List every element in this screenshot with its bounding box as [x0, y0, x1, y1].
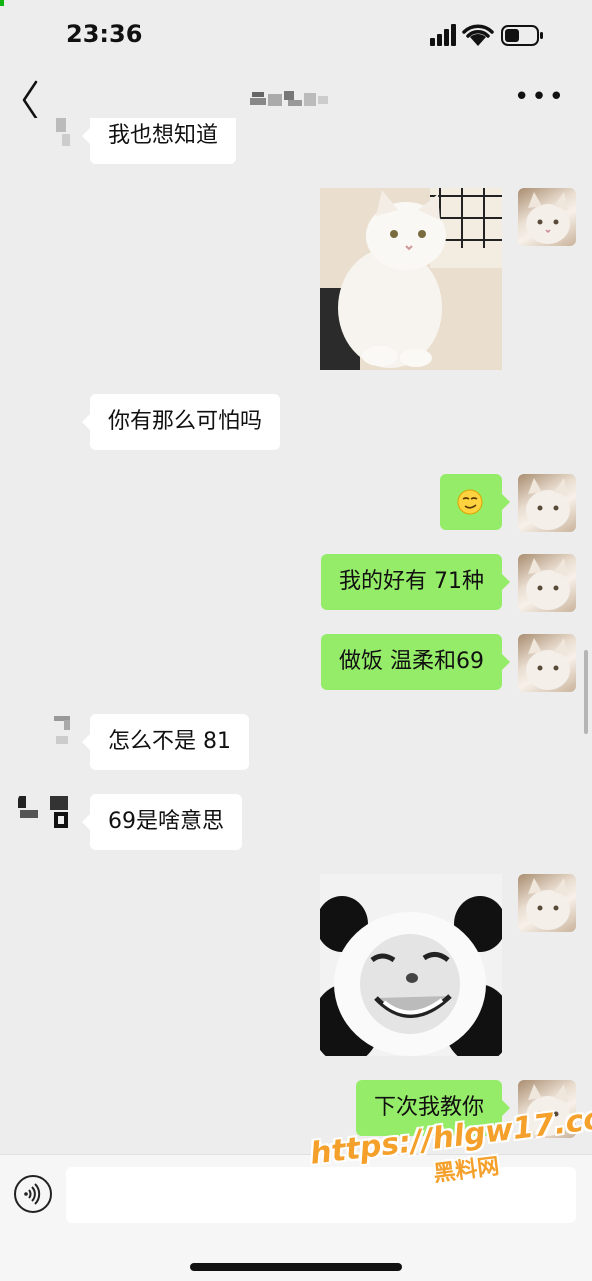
- white-cat-photo: [320, 188, 502, 370]
- contact-avatar[interactable]: [18, 794, 76, 852]
- contact-avatar[interactable]: [18, 394, 76, 452]
- back-button[interactable]: [20, 78, 60, 120]
- my-avatar[interactable]: [518, 188, 576, 246]
- message-bubble-sent[interactable]: 做饭 温柔和69: [321, 634, 510, 690]
- emoji-message[interactable]: [440, 474, 510, 530]
- contact-avatar-image: [56, 118, 70, 146]
- message-bubble-received[interactable]: 69是啥意思: [82, 794, 242, 850]
- my-avatar[interactable]: [518, 554, 576, 612]
- message-list[interactable]: 我也想知道 你有那么可怕吗 我的好有 71种 做饭 温柔和69 怎么不是 81 …: [0, 118, 592, 1154]
- message-bubble-received[interactable]: 怎么不是 81: [82, 714, 249, 770]
- cat-avatar-image: [526, 478, 570, 530]
- chat-header: •••: [0, 70, 592, 125]
- message-bubble-received[interactable]: 我也想知道: [81, 118, 237, 164]
- cat-photo-message[interactable]: [320, 188, 502, 370]
- contact-avatar[interactable]: [18, 714, 76, 772]
- signal-wifi-battery-icon: [430, 24, 543, 46]
- chevron-left-icon: [22, 80, 38, 120]
- voice-input-button[interactable]: [14, 1175, 52, 1213]
- contact-avatar-image: [18, 796, 68, 828]
- more-options-button[interactable]: •••: [514, 82, 566, 112]
- status-time: 23:36: [66, 20, 143, 48]
- my-avatar[interactable]: [518, 634, 576, 692]
- cat-avatar-image: [526, 638, 570, 690]
- status-icons: [430, 22, 548, 50]
- cat-avatar-image: [526, 192, 570, 244]
- home-indicator[interactable]: [190, 1263, 402, 1271]
- message-bubble-received[interactable]: 你有那么可怕吗: [81, 394, 281, 450]
- scrollbar[interactable]: [584, 650, 588, 734]
- cat-avatar-image: [526, 558, 570, 610]
- chat-title: [248, 88, 332, 110]
- status-bar: 23:36: [0, 0, 592, 70]
- panda-meme-sticker: [320, 874, 502, 1056]
- message-bubble-sent[interactable]: 我的好有 71种: [321, 554, 510, 610]
- cat-avatar-image: [526, 878, 570, 930]
- contact-avatar-image: [54, 716, 70, 744]
- panda-sticker-message[interactable]: [320, 874, 502, 1056]
- my-avatar[interactable]: [518, 474, 576, 532]
- smirk-emoji-icon: [457, 489, 483, 515]
- voice-icon: [24, 1183, 41, 1205]
- pixelated-name-icon: [250, 91, 328, 106]
- my-avatar[interactable]: [518, 874, 576, 932]
- contact-avatar[interactable]: [18, 118, 76, 170]
